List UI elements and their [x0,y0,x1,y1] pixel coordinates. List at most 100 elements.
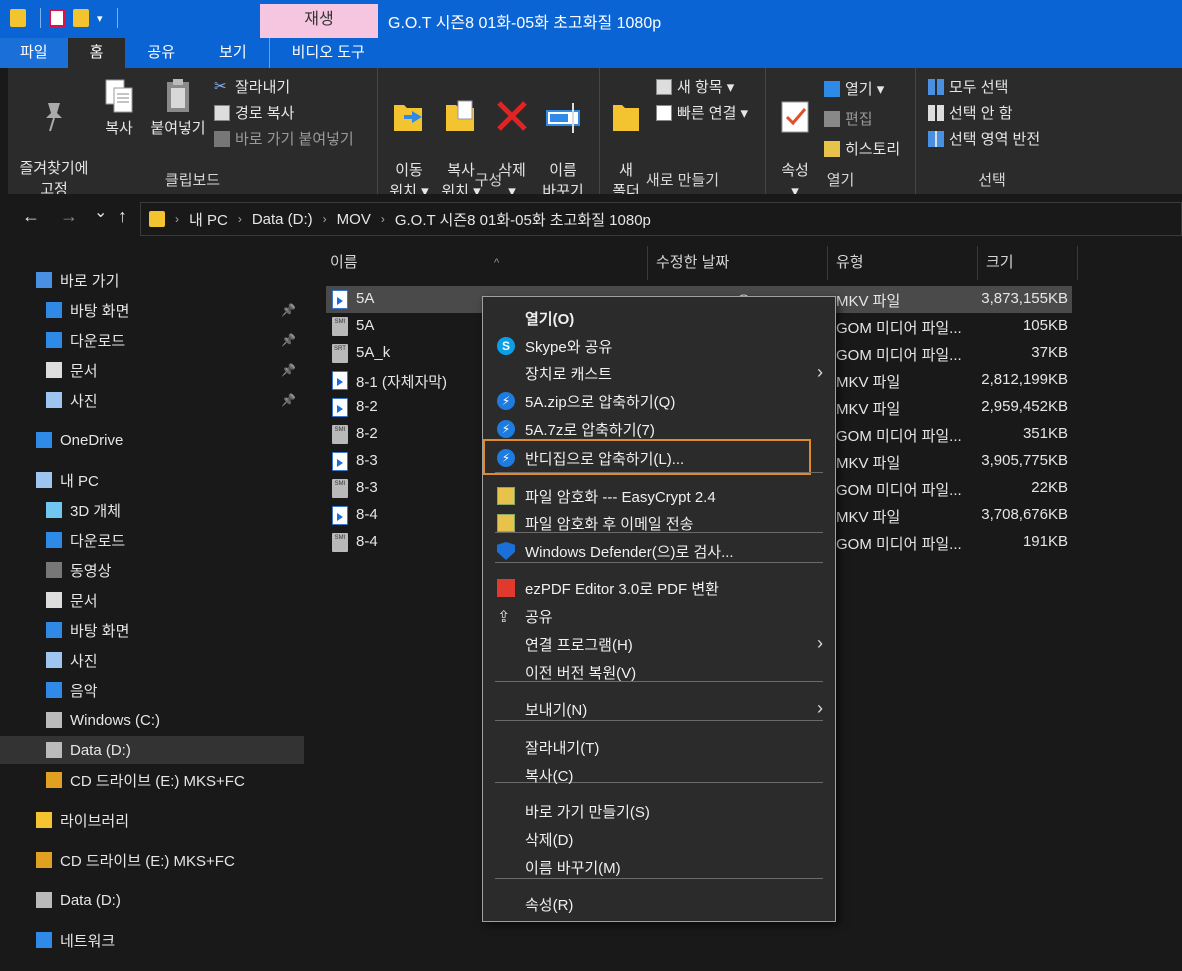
sidebar-item[interactable]: 바로 가기 [0,266,304,294]
tab-file[interactable]: 파일 [0,38,68,68]
context-menu-item[interactable]: 이름 바꾸기(M) [483,854,835,880]
sidebar-item[interactable]: 다운로드 [0,526,304,554]
context-menu-item[interactable]: 바로 가기 만들기(S) [483,798,835,824]
context-menu-item[interactable]: ⚡ 반디집으로 압축하기(L)... [483,445,835,471]
sidebar-item[interactable]: 내 PC [0,466,304,494]
sidebar-item[interactable]: CD 드라이브 (E:) MKS+FC [0,846,304,874]
desktop-icon [46,302,62,318]
breadcrumb-item[interactable]: 내 PC [189,209,228,230]
copy-button[interactable]: 복사 [96,78,142,139]
new-folder-icon [613,105,639,131]
pin-icon [46,103,62,132]
sidebar-item[interactable]: 다운로드 📌 [0,326,304,354]
breadcrumb-item[interactable]: Data (D:) [252,211,313,228]
new-item-button[interactable]: 새 항목 ▾ [656,76,734,97]
sidebar-item[interactable]: Data (D:) [0,886,304,914]
paste-shortcut-button[interactable]: 바로 가기 붙여넣기 [214,128,354,149]
pin-icon[interactable]: 📌 [281,363,296,377]
sidebar-item-label: 내 PC [60,472,99,490]
context-menu-item[interactable]: 연결 프로그램(H) › [483,631,835,657]
sidebar-item[interactable]: 네트워크 [0,926,304,954]
sidebar-item[interactable]: 바탕 화면 📌 [0,296,304,324]
column-header-size[interactable]: 크기 [978,246,1078,280]
breadcrumb-item[interactable]: MOV [337,211,371,228]
sidebar-item[interactable]: Windows (C:) [0,706,304,734]
recent-locations-button[interactable]: ⌄ [94,202,107,222]
file-size: 2,812,199KB [981,371,1068,388]
column-header-type[interactable]: 유형 [828,246,978,280]
sidebar-item[interactable]: 동영상 [0,556,304,584]
sidebar-item[interactable]: OneDrive [0,426,304,454]
submenu-arrow-icon: › [817,362,823,382]
context-menu-item[interactable]: 장치로 캐스트 › [483,360,835,386]
properties-icon[interactable] [49,9,65,27]
select-none-button[interactable]: 선택 안 함 [928,102,1013,123]
context-menu-item[interactable]: Windows Defender(으)로 검사... [483,538,835,564]
sidebar-item[interactable]: 3D 개체 [0,496,304,524]
column-header-name[interactable]: 이름 ^ [322,246,648,280]
sidebar-item[interactable]: CD 드라이브 (E:) MKS+FC [0,766,304,794]
column-header-date[interactable]: 수정한 날짜 [648,246,828,280]
ribbon: 즐겨찾기에 고정 복사 붙여넣기 ✂ 잘라내기 경로 복사 바로 가기 붙여넣기… [8,68,1182,200]
tab-share[interactable]: 공유 [125,38,197,68]
context-menu-item[interactable]: 복사(C) [483,762,835,788]
context-menu-label: ezPDF Editor 3.0로 PDF 변환 [525,580,719,598]
sidebar-item[interactable]: 라이브러리 [0,806,304,834]
open-button[interactable]: 열기 ▾ [824,78,884,99]
customize-qat-icon[interactable]: ▾ [97,12,103,25]
sidebar-item[interactable]: 문서 [0,586,304,614]
breadcrumb-item[interactable]: G.O.T 시즌8 01화-05화 초고화질 1080p [395,209,651,230]
sidebar-item-label: CD 드라이브 (E:) MKS+FC [60,852,235,870]
context-menu-item[interactable]: ⚡ 5A.7z로 압축하기(7) [483,416,835,442]
file-size: 3,873,155KB [981,290,1068,307]
forward-button[interactable]: → [60,206,78,227]
invert-selection-button[interactable]: 선택 영역 반전 [928,128,1040,149]
edit-button[interactable]: 편집 [824,108,873,129]
address-bar[interactable]: › 내 PC › Data (D:) › MOV › G.O.T 시즌8 01화… [140,202,1182,236]
context-menu-item[interactable]: ⇪ 공유 [483,603,835,629]
contextual-tab-play[interactable]: 재생 [260,4,378,38]
pc-icon [36,472,52,488]
context-menu-item[interactable]: 열기(O) [483,305,835,331]
sidebar-item[interactable]: 음악 [0,676,304,704]
tab-view[interactable]: 보기 [197,38,269,68]
back-button[interactable]: ← [22,206,40,227]
pin-icon[interactable]: 📌 [281,333,296,347]
context-menu-item[interactable]: 삭제(D) [483,826,835,852]
context-menu-item[interactable]: 잘라내기(T) [483,734,835,760]
file-name: 5A [356,317,375,334]
cut-button[interactable]: ✂ 잘라내기 [214,76,290,97]
context-menu-item[interactable]: 속성(R) [483,891,835,917]
pin-icon[interactable]: 📌 [281,303,296,317]
sidebar-item-label: 다운로드 [70,332,126,350]
sidebar-item[interactable]: 사진 📌 [0,386,304,414]
context-menu-item[interactable]: 파일 암호화 후 이메일 전송 [483,510,835,536]
context-menu-label: Skype와 공유 [525,338,613,356]
context-menu-item[interactable]: 이전 버전 복원(V) [483,659,835,685]
up-button[interactable]: ↑ [118,206,127,227]
video-file-icon [332,290,348,309]
sidebar-item[interactable]: 바탕 화면 [0,616,304,644]
context-menu-label: 5A.7z로 압축하기(7) [525,421,655,439]
tab-video-tools[interactable]: 비디오 도구 [268,38,387,68]
context-menu-item[interactable]: ⚡ 5A.zip으로 압축하기(Q) [483,388,835,414]
easy-access-button[interactable]: 빠른 연결 ▾ [656,102,748,123]
copy-path-button[interactable]: 경로 복사 [214,102,294,123]
pin-icon[interactable]: 📌 [281,393,296,407]
select-all-button[interactable]: 모두 선택 [928,76,1008,97]
folder-icon[interactable] [10,9,26,27]
context-menu-label: 5A.zip으로 압축하기(Q) [525,393,676,411]
context-menu-item[interactable]: ezPDF Editor 3.0로 PDF 변환 [483,575,835,601]
properties-icon [781,101,809,133]
history-button[interactable]: 히스토리 [824,138,900,159]
easy-access-icon [656,104,672,121]
sidebar-item[interactable]: 사진 [0,646,304,674]
context-menu-item[interactable]: S Skype와 공유 [483,333,835,359]
context-menu-item[interactable]: 파일 암호화 --- EasyCrypt 2.4 [483,483,835,509]
context-menu-item[interactable]: 보내기(N) › [483,696,835,722]
paste-button[interactable]: 붙여넣기 [146,78,210,139]
sidebar-item[interactable]: 문서 📌 [0,356,304,384]
new-folder-icon[interactable] [73,9,89,27]
sidebar-item[interactable]: Data (D:) [0,736,304,764]
tab-home[interactable]: 홈 [67,38,126,68]
